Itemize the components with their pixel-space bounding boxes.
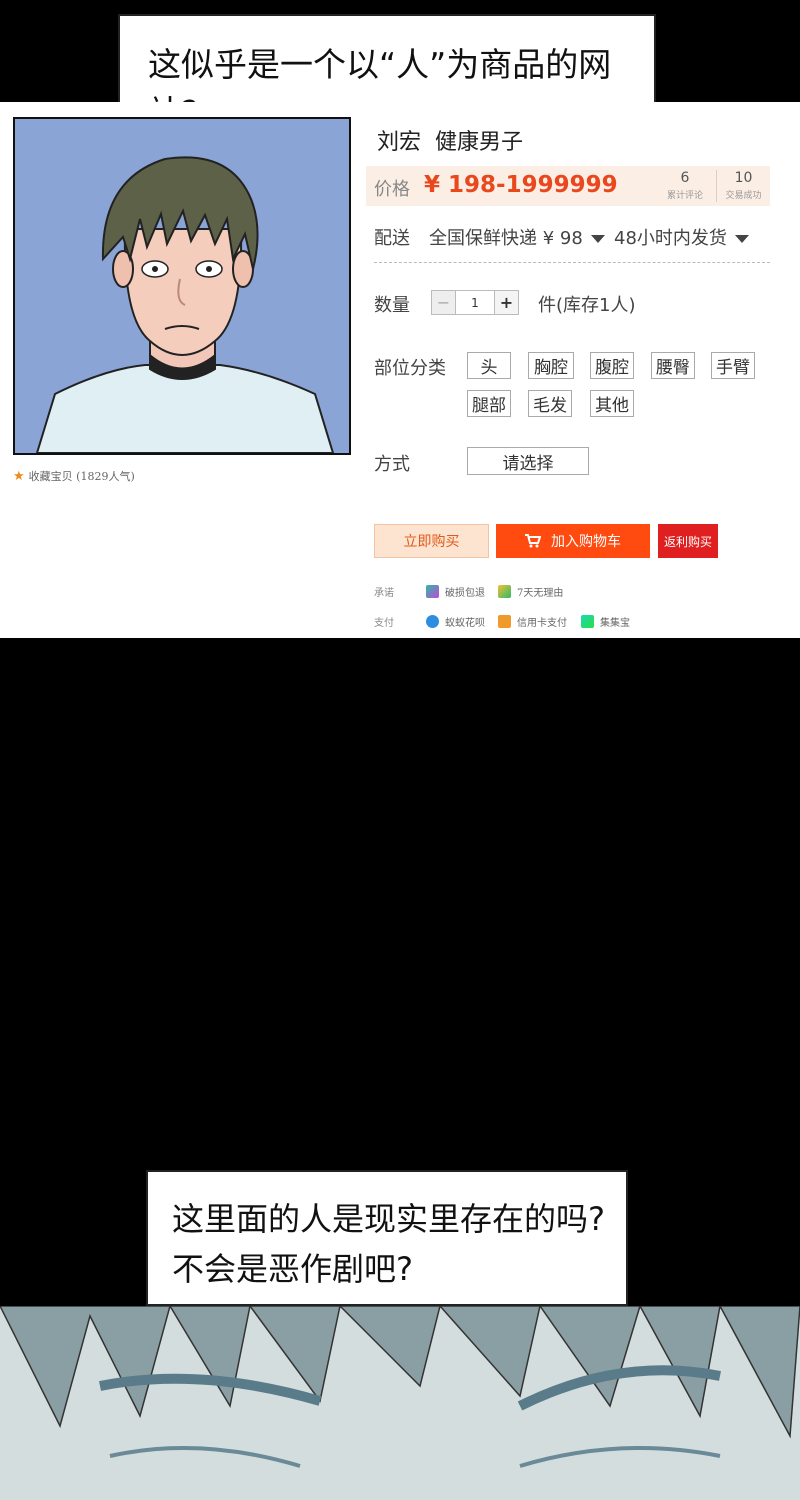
payment-label: 支付 — [374, 618, 394, 629]
payment-text: 集集宝 — [600, 618, 630, 629]
caption-bottom: 这里面的人是现实里存在的吗? 不会是恶作剧吧? — [146, 1170, 628, 1306]
price-value: ¥ 198-1999999 — [424, 172, 618, 198]
chevron-down-icon — [734, 235, 749, 243]
review-stat[interactable]: 6 累计评论 — [658, 170, 712, 201]
payment-badge: 蚁蚁花呗 — [426, 614, 485, 629]
shipping-time-dropdown[interactable]: 48小时内发货 — [614, 224, 749, 250]
part-option[interactable]: 毛发 — [528, 390, 572, 417]
part-option[interactable]: 手臂 — [711, 352, 755, 379]
caption-top: 这似乎是一个以“人”为商品的网站? — [118, 14, 656, 132]
product-subtitle: 健康男子 — [435, 130, 524, 155]
star-icon: ★ — [13, 469, 25, 484]
part-option[interactable]: 腿部 — [467, 390, 511, 417]
method-label: 方式 — [374, 454, 410, 475]
credit-card-icon — [498, 615, 511, 628]
part-option[interactable]: 头 — [467, 352, 511, 379]
product-title: 刘宏 健康男子 — [377, 124, 537, 156]
man-portrait-illustration — [15, 119, 349, 453]
rebate-buy-button[interactable]: 返利购买 — [658, 524, 718, 558]
price-bar: 价格 ¥ 198-1999999 6 累计评论 10 交易成功 — [366, 166, 770, 206]
caption-bottom-line2: 不会是恶作剧吧? — [172, 1250, 413, 1288]
favorite-link[interactable]: ★ 收藏宝贝 (1829人气) — [13, 468, 135, 484]
payment-badge: 信用卡支付 — [498, 614, 567, 629]
quantity-input[interactable]: 1 — [456, 291, 494, 314]
seven-day-icon — [498, 585, 511, 598]
add-to-cart-button[interactable]: 加入购物车 — [496, 524, 650, 558]
promise-text: 7天无理由 — [517, 588, 564, 599]
part-option[interactable]: 胸腔 — [528, 352, 574, 379]
promise-text: 破损包退 — [445, 588, 485, 599]
parts-label: 部位分类 — [374, 358, 446, 379]
quantity-decrease-button[interactable]: − — [432, 291, 456, 314]
quantity-increase-button[interactable]: + — [494, 291, 518, 314]
deal-count: 10 — [734, 170, 753, 186]
promise-label: 承诺 — [374, 588, 394, 599]
face-closeup-illustration — [0, 1306, 800, 1500]
deal-label: 交易成功 — [725, 191, 762, 201]
shipping-label: 配送 — [374, 228, 410, 249]
part-option[interactable]: 腰臀 — [651, 352, 695, 379]
product-page: ★ 收藏宝贝 (1829人气) 刘宏 健康男子 价格 ¥ 198-1999999 6… — [0, 102, 800, 638]
divider — [374, 262, 770, 263]
shipping-method-dropdown[interactable]: 全国保鲜快递 ¥ 98 — [429, 224, 605, 250]
huabei-icon — [426, 615, 439, 628]
caption-bottom-line1: 这里面的人是现实里存在的吗? — [172, 1200, 605, 1238]
payment-text: 蚁蚁花呗 — [445, 618, 485, 629]
stock-text: 件(库存1人) — [538, 295, 636, 316]
promise-badge: 破损包退 — [426, 584, 485, 599]
product-name: 刘宏 — [377, 130, 422, 155]
favorite-text: 收藏宝贝 (1829人气) — [28, 470, 135, 483]
cart-icon — [525, 534, 541, 548]
return-icon — [426, 585, 439, 598]
part-option[interactable]: 其他 — [590, 390, 634, 417]
quantity-stepper[interactable]: − 1 + — [431, 290, 519, 315]
method-select[interactable]: 请选择 — [467, 447, 589, 475]
shipping-method-text: 全国保鲜快递 ¥ 98 — [429, 228, 583, 249]
add-to-cart-label: 加入购物车 — [551, 534, 621, 550]
part-option[interactable]: 腹腔 — [590, 352, 634, 379]
promise-row: 承诺 破损包退 7天无理由 — [374, 584, 774, 600]
buy-now-button[interactable]: 立即购买 — [374, 524, 489, 558]
deal-stat: 10 交易成功 — [716, 170, 770, 202]
face-closeup-art — [0, 1306, 800, 1500]
wallet-icon — [581, 615, 594, 628]
product-photo[interactable] — [13, 117, 351, 455]
review-label: 累计评论 — [666, 191, 703, 201]
review-count: 6 — [680, 170, 690, 186]
price-label: 价格 — [374, 179, 410, 200]
promise-badge: 7天无理由 — [498, 584, 563, 599]
payment-row: 支付 蚁蚁花呗 信用卡支付 集集宝 — [374, 614, 774, 630]
payment-badge: 集集宝 — [581, 614, 630, 629]
shipping-time-text: 48小时内发货 — [614, 228, 727, 249]
chevron-down-icon — [590, 235, 605, 243]
payment-text: 信用卡支付 — [517, 618, 567, 629]
quantity-label: 数量 — [374, 295, 410, 316]
